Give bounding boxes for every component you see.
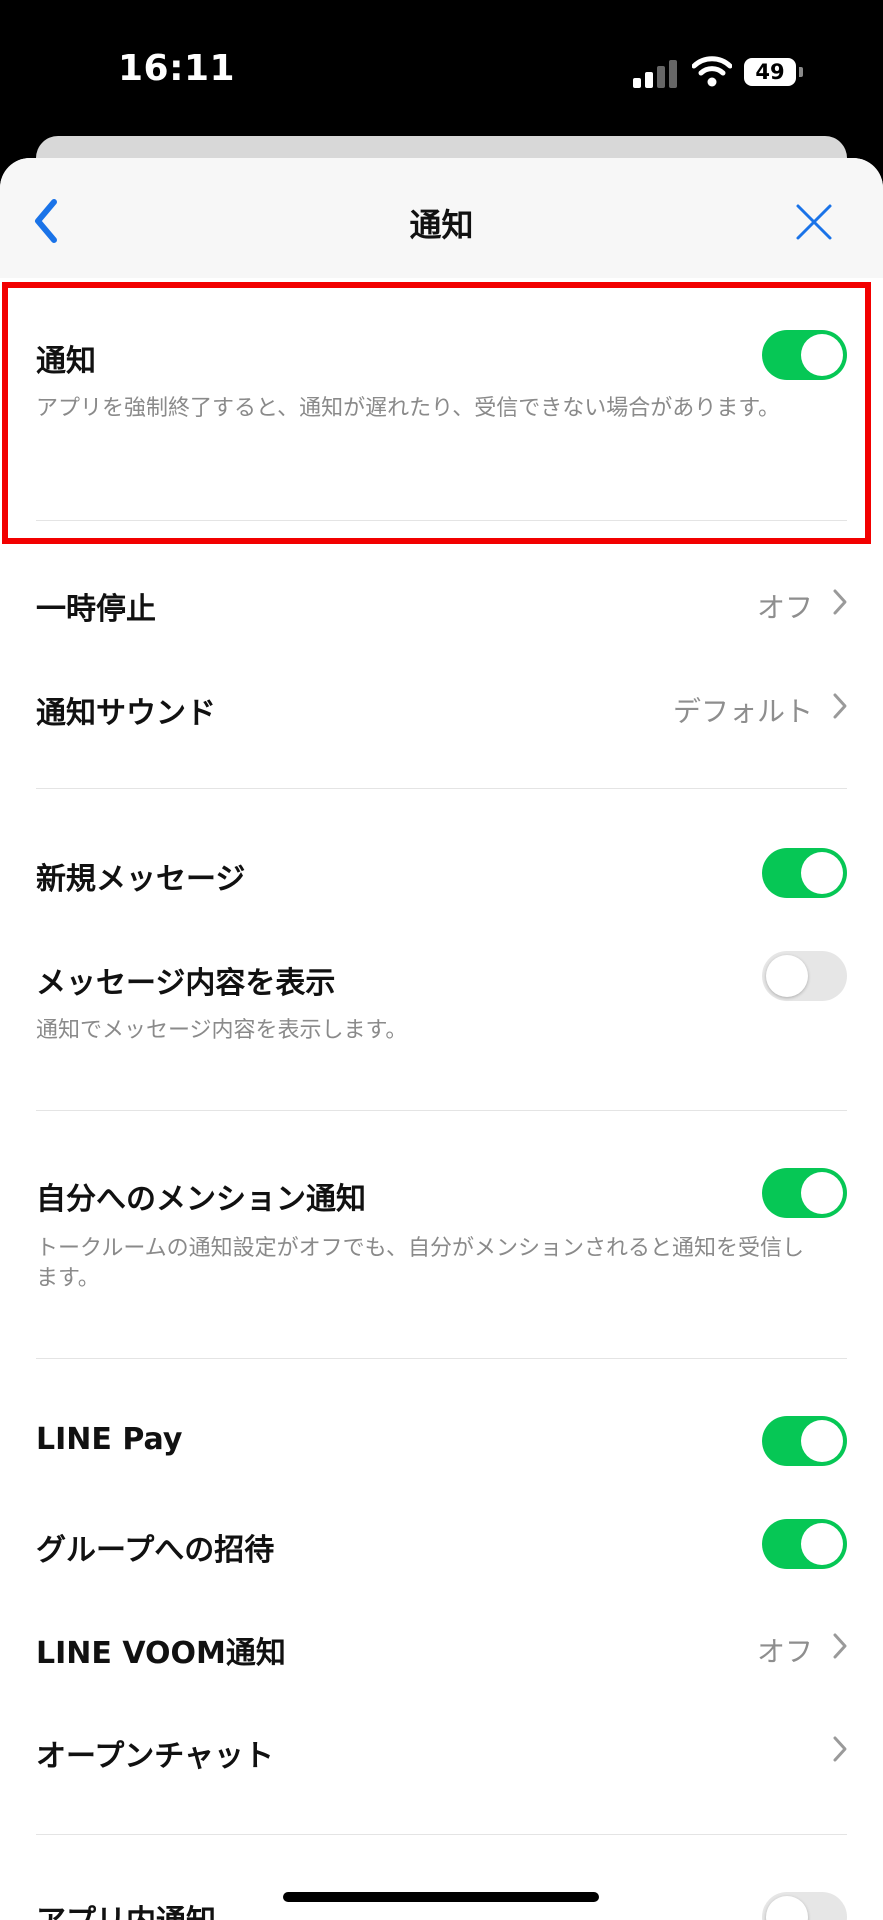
line-pay-label: LINE Pay	[36, 1422, 183, 1457]
notification-settings-sheet: 通知 通知 アプリを強制終了すると、通知が遅れたり、受信できない場合があります。…	[0, 158, 883, 1920]
home-indicator	[283, 1892, 599, 1902]
notification-description: アプリを強制終了すると、通知が遅れたり、受信できない場合があります。	[36, 396, 781, 421]
sound-label[interactable]: 通知サウンド	[36, 688, 216, 732]
show-content-toggle[interactable]	[762, 951, 847, 1001]
in-app-toggle[interactable]	[762, 1892, 847, 1920]
toggle-knob	[801, 1523, 843, 1565]
pause-label[interactable]: 一時停止	[36, 584, 156, 628]
show-content-description: 通知でメッセージ内容を表示します。	[36, 1018, 408, 1043]
mention-description: トークルームの通知設定がオフでも、自分がメンションされると通知を受信します。	[36, 1236, 805, 1291]
divider	[36, 1358, 847, 1359]
status-time: 16:11	[118, 48, 236, 89]
page-title: 通知	[409, 206, 474, 244]
toggle-knob	[801, 1172, 843, 1214]
in-app-label: アプリ内通知	[36, 1896, 216, 1920]
notification-toggle[interactable]	[762, 330, 847, 380]
nav-header: 通知	[0, 158, 883, 278]
close-icon[interactable]	[790, 198, 838, 246]
chevron-right-icon	[833, 589, 847, 615]
line-voom-value: オフ	[756, 1635, 813, 1668]
toggle-knob	[801, 1420, 843, 1462]
divider	[36, 1110, 847, 1111]
line-voom-label[interactable]: LINE VOOM通知	[36, 1628, 286, 1672]
open-chat-label[interactable]: オープンチャット	[36, 1731, 274, 1775]
new-message-toggle[interactable]	[762, 848, 847, 898]
divider	[36, 1834, 847, 1835]
pause-value: オフ	[756, 591, 813, 624]
status-bar: 16:11 49	[0, 0, 883, 140]
mention-toggle[interactable]	[762, 1168, 847, 1218]
show-content-label: メッセージ内容を表示	[36, 966, 336, 1001]
toggle-knob	[766, 955, 808, 997]
divider	[36, 788, 847, 789]
line-pay-toggle[interactable]	[762, 1416, 847, 1466]
group-invite-label: グループへの招待	[36, 1533, 275, 1568]
wifi-icon	[692, 56, 732, 87]
battery-icon: 49	[744, 58, 796, 86]
new-message-label: 新規メッセージ	[36, 862, 246, 897]
chevron-right-icon	[833, 1633, 847, 1659]
sound-value: デフォルト	[672, 695, 813, 728]
notification-label: 通知	[36, 344, 96, 379]
divider	[36, 520, 847, 521]
mention-label: 自分へのメンション通知	[36, 1182, 366, 1217]
toggle-knob	[766, 1896, 808, 1920]
battery-tip	[799, 67, 803, 77]
group-invite-toggle[interactable]	[762, 1519, 847, 1569]
toggle-knob	[801, 852, 843, 894]
chevron-right-icon	[833, 1736, 847, 1762]
chevron-right-icon	[833, 693, 847, 719]
toggle-knob	[801, 334, 843, 376]
cellular-signal-icon	[633, 60, 677, 88]
